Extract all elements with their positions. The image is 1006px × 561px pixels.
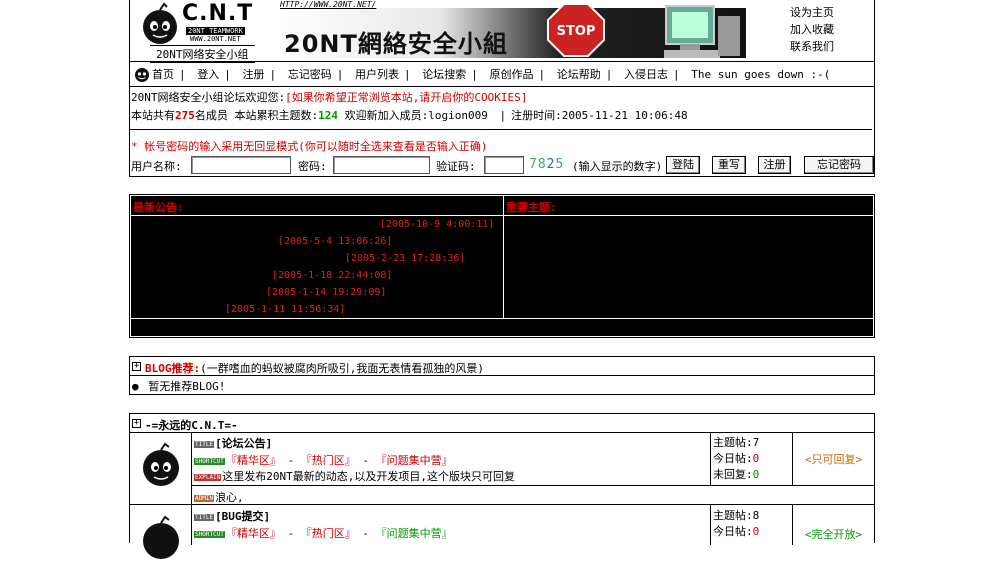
add-favorite-link[interactable]: 加入收藏 bbox=[790, 21, 870, 38]
board-row: TITLE [BUG提交] SHORTCUT 『精华区』 - 『热门区』 - 『问题… bbox=[130, 505, 874, 559]
banner-url: HTTP://WWW.20NT.NET/ bbox=[280, 0, 377, 9]
board-row: TITLE [论坛公告] SHORTCUT 『精华区』 - 『热门区』 - 『问题集… bbox=[130, 432, 874, 505]
announcement-item[interactable]: [2005-1-14 19:29:09] bbox=[266, 287, 386, 298]
header-links: 设为主页 加入收藏 联系我们 bbox=[790, 4, 870, 55]
unreplied-count: 未回复:0 bbox=[713, 468, 760, 481]
username-input[interactable] bbox=[191, 156, 291, 174]
logo-sub1: 20NT TEAMWORK bbox=[186, 27, 245, 35]
important-topics-title: 重要主题: bbox=[506, 201, 557, 214]
announcement-item[interactable]: [2005-1-18 22:44:08] bbox=[272, 270, 392, 281]
shortcut-tag: SHORTCUT bbox=[194, 530, 225, 538]
reg-time: 注册时间:2005-11-21 10:06:48 bbox=[511, 109, 688, 122]
board-link-essence[interactable]: 『精华区』 bbox=[226, 454, 281, 467]
captcha-label: 验证码: bbox=[436, 160, 476, 173]
admin-tag: ADMIN bbox=[194, 494, 215, 502]
stop-sign-text: STOP bbox=[557, 24, 596, 39]
announcement-item[interactable]: [2005-1-11 11:56:34] bbox=[225, 304, 345, 315]
latest-announcements-title: 最新公告: bbox=[133, 201, 184, 214]
announcement-panel: 最新公告: 重要主题: [2005-10-9 4:00:11] [2005-5-… bbox=[129, 194, 875, 338]
forum-category: + -=永远的C.N.T=- TITLE [论坛公告] SHORTCUT 『精华区』… bbox=[129, 413, 875, 559]
today-count: 今日帖:0 bbox=[713, 525, 760, 538]
board-link-hot[interactable]: 『热门区』 bbox=[301, 454, 356, 467]
members-count: 275 bbox=[175, 109, 195, 122]
topic-count: 主题帖:7 bbox=[713, 436, 760, 449]
register-button[interactable]: 注册 bbox=[758, 156, 791, 174]
new-member-link[interactable]: logion009 bbox=[428, 109, 488, 122]
logo-caption: 20NT网络安全小组 bbox=[150, 45, 255, 63]
board-title[interactable]: [BUG提交] bbox=[215, 510, 270, 523]
nav-forgot-password[interactable]: 忘记密码 bbox=[288, 68, 332, 81]
blog-desc: (一群嗜血的蚂蚁被腐肉所吸引,我面无表情看孤独的风景) bbox=[200, 362, 484, 375]
bullet-icon: ● bbox=[132, 380, 139, 393]
board-link-questions[interactable]: 『问题集中营』 bbox=[376, 454, 453, 467]
shortcut-tag: SHORTCUT bbox=[194, 457, 225, 465]
nav-register[interactable]: 注册 bbox=[243, 68, 265, 81]
expand-icon[interactable]: + bbox=[132, 419, 141, 428]
announcement-item[interactable]: [2005-5-4 13:06:26] bbox=[278, 236, 392, 247]
blog-panel: + BLOG推荐:(一群嗜血的蚂蚁被腐肉所吸引,我面无表情看孤独的风景) ● 暂… bbox=[129, 356, 875, 395]
cookie-note: [如果你希望正常浏览本站,请开启你的COOKIES] bbox=[285, 91, 528, 104]
nav-original-works[interactable]: 原创作品 bbox=[490, 68, 534, 81]
new-member-label: 欢迎新加入成员: bbox=[344, 109, 429, 122]
announcement-item[interactable]: [2005-10-9 4:00:11] bbox=[380, 219, 494, 230]
login-form: 用户名称: 密码: 验证码: 7825 (输入显示的数字) 登陆 重写 注册 忘… bbox=[131, 156, 875, 176]
login-button[interactable]: 登陆 bbox=[666, 156, 700, 174]
title-tag: TITLE bbox=[194, 513, 215, 521]
expand-icon[interactable]: + bbox=[132, 362, 141, 371]
reset-button[interactable]: 重写 bbox=[712, 156, 746, 174]
computer-icon bbox=[664, 5, 740, 58]
board-admin[interactable]: 浪心, bbox=[215, 491, 244, 504]
forgot-password-button[interactable]: 忘记密码 bbox=[804, 156, 874, 174]
category-title[interactable]: -=永远的C.N.T=- bbox=[145, 417, 238, 433]
topics-prefix: 本站累积主题数: bbox=[234, 109, 319, 122]
title-tag: TITLE bbox=[194, 440, 215, 448]
board-title[interactable]: [论坛公告] bbox=[215, 437, 272, 450]
bomb-mascot-icon bbox=[143, 2, 177, 44]
password-input[interactable] bbox=[333, 156, 430, 174]
banner-title: 20NT網絡安全小組 bbox=[284, 30, 508, 58]
board-mascot-icon bbox=[143, 442, 179, 486]
logo[interactable]: C.N.T 20NT TEAMWORK WWW.20NT.NET 20NT网络安… bbox=[136, 1, 260, 63]
board-explain: 这里发布20NT最新的动态,以及开发项目,这个版块只可回复 bbox=[222, 470, 516, 483]
members-suffix: 名成员 bbox=[194, 109, 228, 122]
blog-title: BLOG推荐: bbox=[145, 362, 201, 375]
nav-intrusion-log[interactable]: 入侵日志 bbox=[624, 68, 668, 81]
nav-home[interactable]: 首页 bbox=[152, 68, 174, 81]
nav-user-list[interactable]: 用户列表 bbox=[355, 68, 399, 81]
password-label: 密码: bbox=[298, 160, 327, 173]
nav-bar: 首页 | 登入 | 注册 | 忘记密码 | 用户列表 | 论坛搜索 | 原创作品 | 论坛帮助… bbox=[132, 66, 872, 84]
welcome-line: 20NT网络安全小组论坛欢迎您:[如果你希望正常浏览本站,请开启你的COOKIE… bbox=[131, 89, 527, 105]
nav-forum-search[interactable]: 论坛搜索 bbox=[422, 68, 466, 81]
set-homepage-link[interactable]: 设为主页 bbox=[790, 4, 870, 21]
announcement-item[interactable]: [2005-2-23 17:28:36] bbox=[345, 253, 465, 264]
banner[interactable]: HTTP://WWW.20NT.NET/ 20NT網絡安全小組 STOP bbox=[276, 0, 746, 60]
board-mascot-icon bbox=[143, 515, 179, 559]
nav-motto: The sun goes down :-( bbox=[691, 68, 831, 81]
smiley-icon bbox=[135, 68, 149, 82]
nav-forum-help[interactable]: 论坛帮助 bbox=[557, 68, 601, 81]
nav-login[interactable]: 登入 bbox=[197, 68, 219, 81]
stop-sign-icon: STOP bbox=[547, 3, 605, 57]
login-hint: * 帐号密码的输入采用无回显模式(你可以随时全选来查看是否输入正确) bbox=[131, 140, 488, 153]
captcha-input[interactable] bbox=[484, 156, 524, 174]
board-status: <只可回复> bbox=[804, 453, 863, 466]
topic-count: 主题帖:8 bbox=[713, 509, 760, 522]
username-label: 用户名称: bbox=[131, 160, 182, 173]
stats-line: 本站共有275名成员 本站累积主题数:124 欢迎新加入成员:logion009… bbox=[131, 109, 688, 122]
logo-sub2: WWW.20NT.NET bbox=[190, 35, 241, 43]
blog-empty: ● 暂无推荐BLOG! bbox=[132, 380, 226, 393]
topics-count: 124 bbox=[318, 109, 338, 122]
board-status: <完全开放> bbox=[804, 528, 863, 541]
header: C.N.T 20NT TEAMWORK WWW.20NT.NET 20NT网络安… bbox=[129, 0, 875, 63]
members-prefix: 本站共有 bbox=[131, 109, 175, 122]
explain-tag: EXPLAIN bbox=[194, 473, 222, 481]
today-count: 今日帖:0 bbox=[713, 452, 760, 465]
nav-login-panel: 首页 | 登入 | 注册 | 忘记密码 | 用户列表 | 论坛搜索 | 原创作品 | 论坛帮助… bbox=[129, 62, 875, 177]
contact-us-link[interactable]: 联系我们 bbox=[790, 38, 870, 55]
welcome-text: 20NT网络安全小组论坛欢迎您: bbox=[131, 91, 286, 104]
logo-text: C.N.T bbox=[182, 1, 254, 26]
captcha-image: 7825 bbox=[529, 157, 565, 172]
captcha-hint: (输入显示的数字) bbox=[572, 160, 663, 173]
